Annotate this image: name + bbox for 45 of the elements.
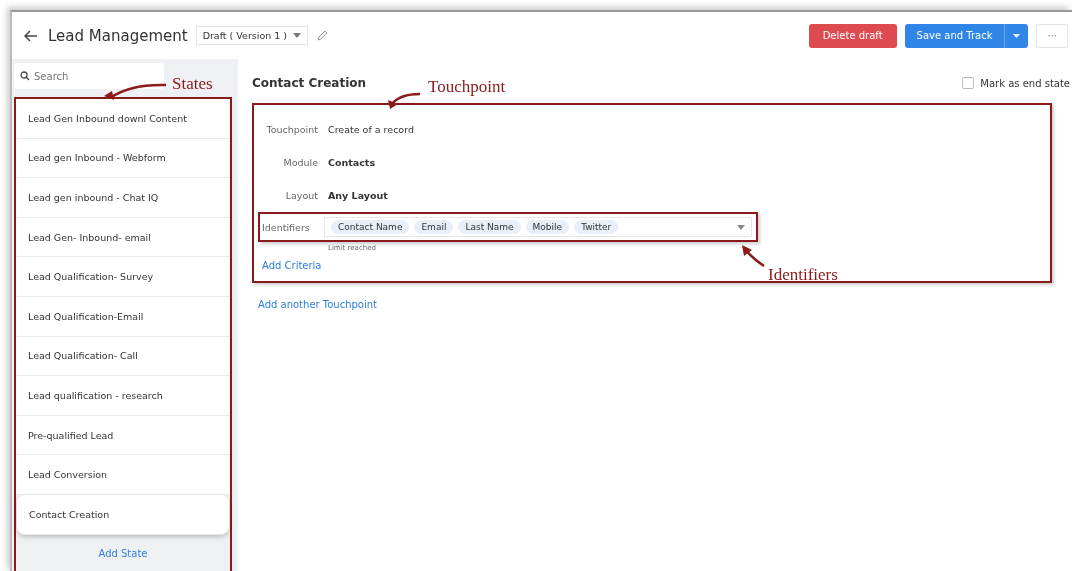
delete-draft-button[interactable]: Delete draft [808,23,897,48]
identifier-tag[interactable]: Last Name [458,220,521,234]
caret-icon [293,33,302,38]
field-value: Contacts [328,157,376,168]
annotation-label: States [172,74,213,94]
identifier-tag[interactable]: Contact Name [331,220,410,234]
add-touchpoint-link[interactable]: Add another Touchpoint [258,299,378,310]
state-item[interactable]: Pre-qualified Lead [16,415,230,456]
state-item[interactable]: Lead Qualification- Call [16,336,230,377]
identifier-tag[interactable]: Email [414,220,454,234]
page-title: Lead Management [48,26,188,45]
state-item[interactable]: Contact Creation [17,494,229,535]
field-label: Module [282,157,318,168]
checkbox-label: Mark as end state [980,77,1070,89]
checkbox[interactable] [962,77,975,89]
search-field[interactable]: Search [14,63,164,89]
identifiers-select[interactable]: Contact Name Email Last Name Mobile Twitter [324,217,752,237]
search-icon [20,71,30,81]
field-value: Any Layout [328,190,388,201]
state-item[interactable]: Lead Gen Inbound downl Content [16,99,230,139]
state-item[interactable]: Lead Gen- Inbound- email [16,217,230,258]
field-label: Identifiers [262,221,311,233]
identifier-tag[interactable]: Twitter [574,220,619,234]
field-value: Create of a record [328,124,414,135]
save-split-button[interactable]: Save and Track [904,23,1029,48]
back-arrow-icon[interactable] [24,29,38,42]
state-item[interactable]: Lead qualification - research [16,376,230,416]
more-button[interactable]: ··· [1036,23,1068,48]
state-item[interactable]: Lead gen inbound - Chat IQ [16,178,230,218]
state-title: Contact Creation [252,76,367,90]
version-dropdown[interactable]: Draft ( Version 1 ) [195,26,309,45]
pencil-icon[interactable] [316,29,329,42]
annotation-arrow [742,245,765,268]
state-item[interactable]: Lead Conversion [16,455,230,495]
caret-icon [737,224,745,230]
annotation-label: Touchpoint [428,77,506,97]
field-label: Touchpoint [265,124,318,135]
identifier-tag[interactable]: Mobile [525,220,570,234]
add-state-link[interactable]: Add State [98,548,148,560]
caret-icon [1013,33,1021,38]
field-label: Layout [284,190,318,201]
annotation-label: Identifiers [768,265,838,285]
state-item[interactable]: Lead gen Inbound - Webform [16,138,230,179]
state-item[interactable]: Lead Qualification-Email [16,296,230,337]
state-item[interactable]: Lead Qualification- Survey [16,257,230,297]
